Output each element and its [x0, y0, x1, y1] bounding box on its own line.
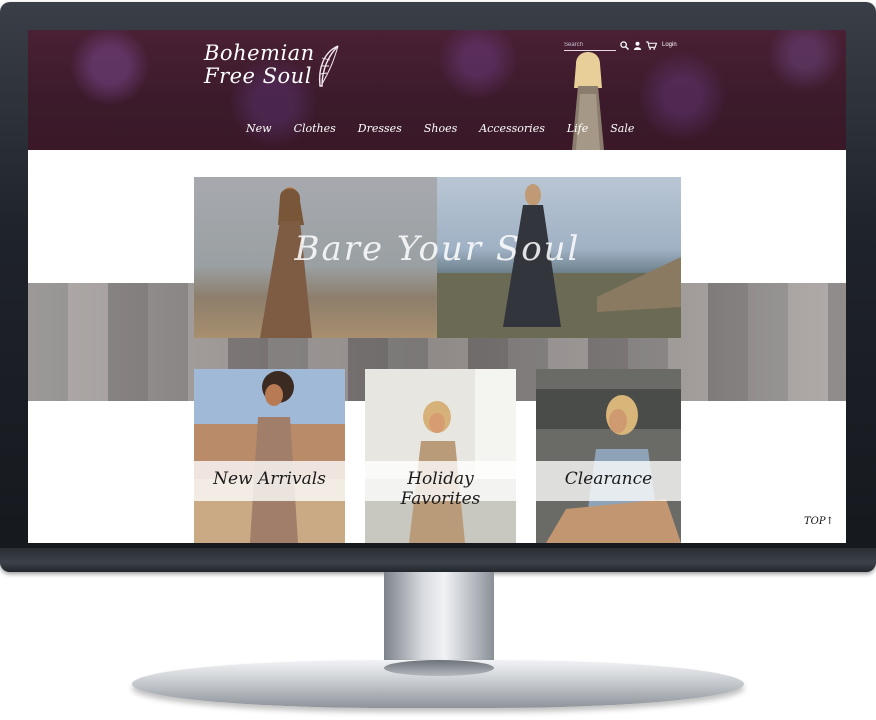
nav-item-clothes[interactable]: Clothes — [294, 122, 336, 135]
tile-image-clearance — [536, 369, 681, 543]
nav-item-dresses[interactable]: Dresses — [358, 122, 402, 135]
nav-item-sale[interactable]: Sale — [610, 122, 634, 135]
nav-item-new[interactable]: New — [246, 122, 272, 135]
logo-line-1: Bohemian — [204, 41, 315, 65]
feather-icon — [318, 45, 339, 87]
tile-label-new-arrivals: New Arrivals — [213, 469, 326, 489]
site-header: Bohemian Free Soul Login — [28, 30, 846, 150]
monitor-stand-collar — [384, 660, 494, 676]
hero-banner[interactable]: Bare Your Soul — [194, 177, 681, 338]
tile-label-clearance: Clearance — [564, 469, 653, 489]
nav-item-shoes[interactable]: Shoes — [424, 122, 457, 135]
logo-line-2: Free Soul — [204, 64, 312, 88]
cart-icon[interactable] — [646, 40, 657, 50]
website-screen: Bohemian Free Soul Login — [28, 30, 846, 543]
nav-item-accessories[interactable]: Accessories — [479, 122, 545, 135]
nav-item-life[interactable]: Life — [567, 122, 588, 135]
back-to-top-link[interactable]: TOP↑ — [804, 516, 834, 527]
tile-new-arrivals[interactable]: New Arrivals — [194, 369, 345, 543]
tile-image-new-arrivals — [194, 369, 345, 543]
login-link[interactable]: Login — [662, 42, 677, 48]
monitor-stand-neck — [384, 572, 494, 672]
tile-image-holiday-favorites — [365, 369, 516, 543]
tile-clearance[interactable]: Clearance — [536, 369, 681, 543]
main-nav: New Clothes Dresses Shoes Accessories Li… — [246, 122, 656, 135]
arrow-up-icon: ↑ — [825, 516, 834, 527]
hero-title: Bare Your Soul — [294, 229, 581, 269]
monitor-bezel-bottom — [0, 548, 876, 572]
user-icon[interactable] — [633, 41, 642, 50]
site-logo[interactable]: Bohemian Free Soul — [204, 42, 315, 88]
tile-label-holiday-favorites: Holiday Favorites — [400, 469, 481, 509]
search-icon[interactable] — [620, 40, 629, 50]
top-label: TOP — [804, 516, 826, 527]
tile-holiday-favorites[interactable]: Holiday Favorites — [365, 369, 516, 543]
